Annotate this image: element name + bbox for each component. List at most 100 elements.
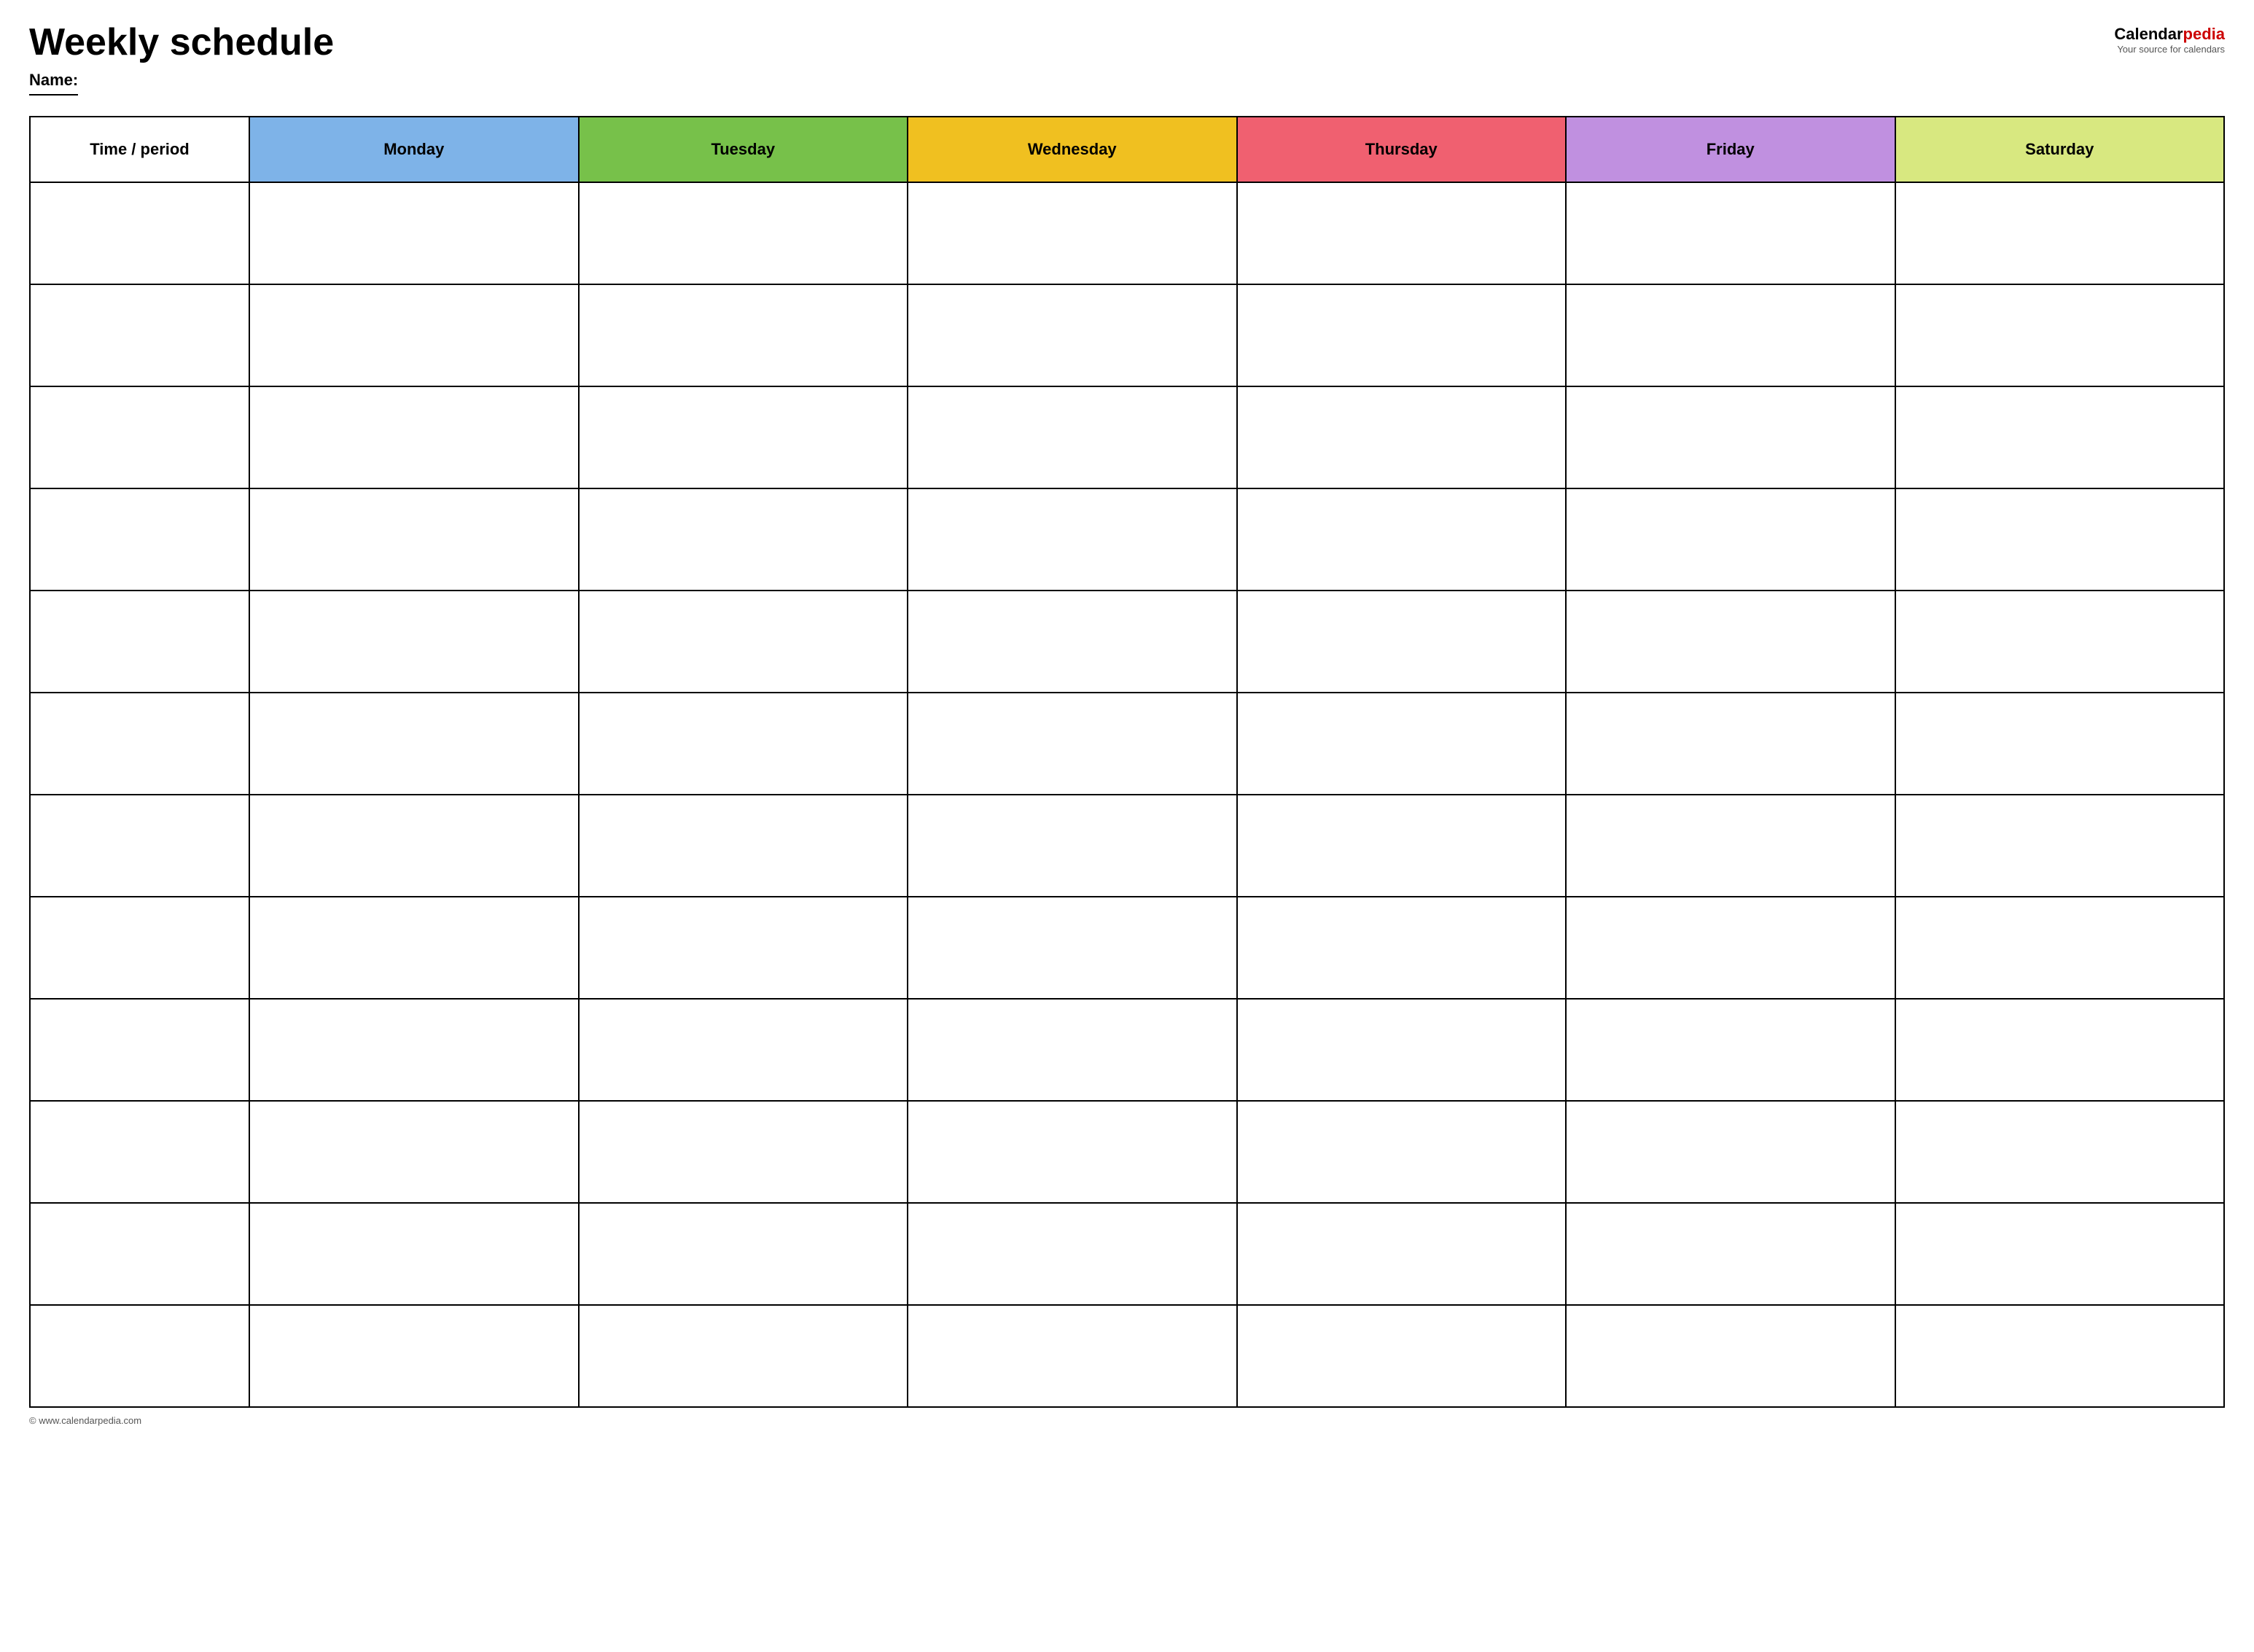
day-cell[interactable]	[1237, 1203, 1567, 1305]
day-cell[interactable]	[249, 795, 579, 897]
logo-tagline: Your source for calendars	[2114, 44, 2225, 55]
day-cell[interactable]	[249, 182, 579, 284]
time-cell[interactable]	[30, 1101, 249, 1203]
day-cell[interactable]	[249, 693, 579, 795]
day-cell[interactable]	[1895, 1305, 2225, 1407]
day-cell[interactable]	[579, 182, 908, 284]
day-cell[interactable]	[1895, 591, 2225, 693]
day-cell[interactable]	[1237, 284, 1567, 386]
day-cell[interactable]	[1895, 795, 2225, 897]
day-cell[interactable]	[1566, 386, 1895, 488]
day-cell[interactable]	[1566, 693, 1895, 795]
day-cell[interactable]	[249, 488, 579, 591]
col-header-tuesday: Tuesday	[579, 117, 908, 182]
day-cell[interactable]	[908, 897, 1237, 999]
day-cell[interactable]	[1566, 1203, 1895, 1305]
day-cell[interactable]	[1895, 1203, 2225, 1305]
page-title: Weekly schedule	[29, 22, 334, 63]
day-cell[interactable]	[1237, 795, 1567, 897]
day-cell[interactable]	[1237, 591, 1567, 693]
time-cell[interactable]	[30, 897, 249, 999]
day-cell[interactable]	[1237, 182, 1567, 284]
day-cell[interactable]	[579, 1305, 908, 1407]
day-cell[interactable]	[908, 795, 1237, 897]
table-row	[30, 693, 2224, 795]
day-cell[interactable]	[1566, 795, 1895, 897]
day-cell[interactable]	[1566, 591, 1895, 693]
day-cell[interactable]	[1566, 999, 1895, 1101]
day-cell[interactable]	[249, 284, 579, 386]
table-row	[30, 182, 2224, 284]
day-cell[interactable]	[579, 897, 908, 999]
day-cell[interactable]	[1237, 999, 1567, 1101]
time-cell[interactable]	[30, 795, 249, 897]
table-row	[30, 897, 2224, 999]
col-header-time: Time / period	[30, 117, 249, 182]
table-row	[30, 1203, 2224, 1305]
schedule-table: Time / period Monday Tuesday Wednesday T…	[29, 116, 2225, 1408]
day-cell[interactable]	[579, 1101, 908, 1203]
time-cell[interactable]	[30, 488, 249, 591]
day-cell[interactable]	[1237, 897, 1567, 999]
day-cell[interactable]	[1566, 1305, 1895, 1407]
day-cell[interactable]	[1237, 1101, 1567, 1203]
name-label: Name:	[29, 71, 78, 96]
time-cell[interactable]	[30, 1203, 249, 1305]
day-cell[interactable]	[579, 693, 908, 795]
time-cell[interactable]	[30, 386, 249, 488]
day-cell[interactable]	[579, 284, 908, 386]
day-cell[interactable]	[579, 591, 908, 693]
day-cell[interactable]	[1237, 386, 1567, 488]
day-cell[interactable]	[249, 1101, 579, 1203]
footer: © www.calendarpedia.com	[29, 1415, 2225, 1426]
day-cell[interactable]	[1895, 897, 2225, 999]
day-cell[interactable]	[908, 1305, 1237, 1407]
day-cell[interactable]	[908, 1101, 1237, 1203]
day-cell[interactable]	[1237, 488, 1567, 591]
day-cell[interactable]	[1895, 182, 2225, 284]
time-cell[interactable]	[30, 1305, 249, 1407]
day-cell[interactable]	[1566, 897, 1895, 999]
day-cell[interactable]	[579, 1203, 908, 1305]
time-cell[interactable]	[30, 591, 249, 693]
day-cell[interactable]	[249, 1203, 579, 1305]
day-cell[interactable]	[908, 693, 1237, 795]
logo-pedia-part: pedia	[2183, 25, 2225, 43]
time-cell[interactable]	[30, 999, 249, 1101]
day-cell[interactable]	[579, 999, 908, 1101]
day-cell[interactable]	[1237, 1305, 1567, 1407]
day-cell[interactable]	[1895, 488, 2225, 591]
time-cell[interactable]	[30, 284, 249, 386]
day-cell[interactable]	[908, 386, 1237, 488]
time-cell[interactable]	[30, 693, 249, 795]
day-cell[interactable]	[1566, 1101, 1895, 1203]
day-cell[interactable]	[249, 386, 579, 488]
day-cell[interactable]	[1895, 999, 2225, 1101]
table-row	[30, 999, 2224, 1101]
day-cell[interactable]	[1895, 386, 2225, 488]
day-cell[interactable]	[249, 897, 579, 999]
day-cell[interactable]	[908, 488, 1237, 591]
day-cell[interactable]	[908, 182, 1237, 284]
day-cell[interactable]	[1895, 1101, 2225, 1203]
day-cell[interactable]	[1895, 284, 2225, 386]
title-block: Weekly schedule Name:	[29, 22, 334, 109]
page-header: Weekly schedule Name: Calendarpedia Your…	[29, 22, 2225, 109]
day-cell[interactable]	[579, 795, 908, 897]
day-cell[interactable]	[908, 1203, 1237, 1305]
day-cell[interactable]	[249, 591, 579, 693]
day-cell[interactable]	[1566, 182, 1895, 284]
day-cell[interactable]	[1566, 284, 1895, 386]
day-cell[interactable]	[249, 1305, 579, 1407]
day-cell[interactable]	[1237, 693, 1567, 795]
day-cell[interactable]	[1895, 693, 2225, 795]
day-cell[interactable]	[579, 488, 908, 591]
logo-text: Calendarpedia	[2114, 25, 2225, 44]
time-cell[interactable]	[30, 182, 249, 284]
day-cell[interactable]	[908, 591, 1237, 693]
day-cell[interactable]	[249, 999, 579, 1101]
day-cell[interactable]	[908, 284, 1237, 386]
day-cell[interactable]	[1566, 488, 1895, 591]
day-cell[interactable]	[579, 386, 908, 488]
day-cell[interactable]	[908, 999, 1237, 1101]
